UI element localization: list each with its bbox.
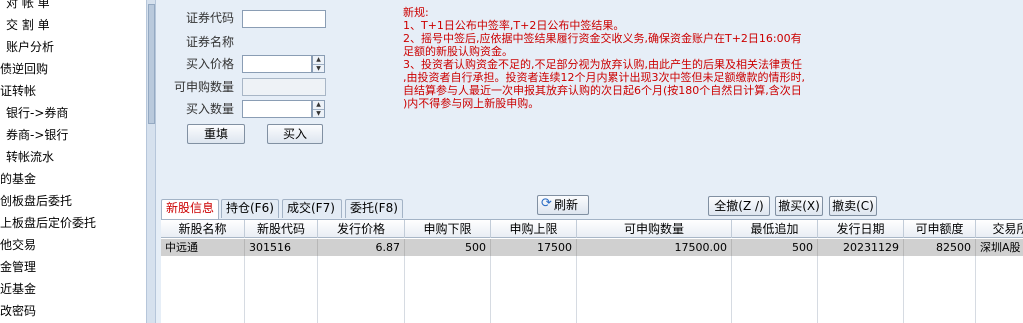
qty-label: 买入数量 [185, 102, 234, 116]
column-header[interactable]: 发行日期 [818, 220, 904, 238]
refresh-icon: ⟳ [541, 196, 552, 211]
grid-line [731, 256, 732, 323]
down-arrow-icon[interactable]: ▼ [313, 109, 324, 117]
nav-item-bank-transfer[interactable]: 证转帐 [0, 81, 36, 101]
column-header[interactable]: 申购上限 [491, 220, 577, 238]
nav-item-broker-to-bank[interactable]: 券商->银行 [6, 125, 68, 145]
refresh-label: 刷新 [554, 198, 579, 212]
grid-line [404, 256, 405, 323]
reset-button[interactable]: 重填 [187, 124, 245, 144]
grid-line [975, 256, 976, 323]
table-cell: 301516 [245, 239, 318, 256]
left-nav-scrollbar[interactable] [146, 0, 156, 323]
table-cell: 82500 [904, 239, 976, 256]
nav-item-after-hours-fixed-price[interactable]: 上板盘后定价委托 [0, 213, 96, 233]
cancel-buy-button[interactable]: 撤买(X) [775, 196, 823, 216]
column-header[interactable]: 可申购数量 [577, 220, 732, 238]
nav-item-bank-to-broker[interactable]: 银行->券商 [6, 103, 68, 123]
cancel-sell-button[interactable]: 撤卖(C) [829, 196, 877, 216]
nav-item-recent-fund[interactable]: 近基金 [0, 279, 36, 299]
table-cell: 17500 [491, 239, 577, 256]
max-qty-label: 可申购数量 [173, 80, 234, 94]
nav-item-account-analysis[interactable]: 账户分析 [6, 37, 54, 57]
price-label: 买入价格 [185, 57, 234, 71]
scrollbar-thumb[interactable] [148, 4, 155, 124]
main-panel: 证券代码 证券名称 买入价格 ▲ ▼ 可申购数量 买入数量 ▲ ▼ 重填 买入 … [156, 0, 1023, 323]
column-header[interactable]: 交易所 [976, 220, 1023, 238]
table-cell: 20231129 [818, 239, 904, 256]
table-cell: 深圳A股 [976, 239, 1023, 256]
tab-positions[interactable]: 持仓(F6) [221, 199, 279, 218]
code-label: 证券代码 [185, 11, 234, 25]
notice-title: 新规: [403, 6, 429, 19]
up-arrow-icon[interactable]: ▲ [313, 101, 324, 109]
price-input[interactable] [242, 55, 312, 73]
qty-input[interactable] [242, 100, 312, 118]
column-header[interactable]: 新股代码 [245, 220, 318, 238]
nav-item-other-trading[interactable]: 他交易 [0, 235, 36, 255]
nav-item-statement[interactable]: 对 帐 单 [6, 0, 50, 13]
notice-line-3: 3、投资者认购资金不足的,不足部分视为放弃认购,由此产生的后果及相关法律责任 ,… [403, 58, 805, 110]
cancel-all-button[interactable]: 全撤(Z /) [708, 196, 770, 216]
table-cell: 17500.00 [577, 239, 732, 256]
tab-trades[interactable]: 成交(F7) [282, 199, 342, 218]
price-stepper[interactable]: ▲ ▼ [312, 55, 325, 73]
grid-line [244, 256, 245, 323]
column-header[interactable]: 可申额度 [904, 220, 976, 238]
notice-line-2: 2、摇号中签后,应依据中签结果履行资金交收义务,确保资金账户在T+2日16:00… [403, 32, 802, 58]
nav-item-star-after-hours[interactable]: 创板盘后委托 [0, 191, 72, 211]
column-header[interactable]: 发行价格 [318, 220, 405, 238]
up-arrow-icon[interactable]: ▲ [313, 56, 324, 64]
notice-line-1: 1、T+1日公布中签率,T+2日公布中签结果。 [403, 19, 625, 32]
rules-notice: 新规: 1、T+1日公布中签率,T+2日公布中签结果。 2、摇号中签后,应依据中… [403, 6, 855, 110]
nav-item-fund[interactable]: 的基金 [0, 169, 36, 189]
nav-item-change-password[interactable]: 改密码 [0, 301, 36, 321]
table-row[interactable]: 中远通 301516 6.87 500 17500 17500.00 500 2… [161, 239, 1023, 256]
table-cell: 6.87 [318, 239, 405, 256]
down-arrow-icon[interactable]: ▼ [313, 64, 324, 72]
qty-stepper[interactable]: ▲ ▼ [312, 100, 325, 118]
grid-line [817, 256, 818, 323]
code-input[interactable] [242, 10, 326, 28]
name-label: 证券名称 [185, 35, 234, 49]
column-header[interactable]: 申购下限 [405, 220, 491, 238]
grid-line [490, 256, 491, 323]
ipo-table: 新股名称 新股代码 发行价格 申购下限 申购上限 可申购数量 最低追加 发行日期… [161, 219, 1023, 323]
column-header[interactable]: 新股名称 [161, 220, 245, 238]
grid-line [903, 256, 904, 323]
grid-line [576, 256, 577, 323]
table-header: 新股名称 新股代码 发行价格 申购下限 申购上限 可申购数量 最低追加 发行日期… [161, 220, 1023, 238]
table-cell: 中远通 [161, 239, 245, 256]
refresh-button[interactable]: ⟳ 刷新 [537, 195, 589, 215]
buy-button[interactable]: 买入 [267, 124, 323, 144]
table-cell: 500 [405, 239, 491, 256]
tab-ipo-info[interactable]: 新股信息 [161, 199, 219, 219]
grid-line [317, 256, 318, 323]
table-cell: 500 [732, 239, 818, 256]
nav-item-fund-management[interactable]: 金管理 [0, 257, 36, 277]
column-header[interactable]: 最低追加 [732, 220, 818, 238]
tab-orders[interactable]: 委托(F8) [345, 199, 403, 218]
nav-item-transfer-log[interactable]: 转帐流水 [6, 147, 54, 167]
left-nav-tree: 对 帐 单 交 割 单 账户分析 债逆回购 证转帐 银行->券商 券商->银行 … [0, 0, 146, 323]
max-qty-field [242, 78, 326, 96]
nav-item-delivery[interactable]: 交 割 单 [6, 15, 50, 35]
nav-item-reverse-repo[interactable]: 债逆回购 [0, 59, 48, 79]
